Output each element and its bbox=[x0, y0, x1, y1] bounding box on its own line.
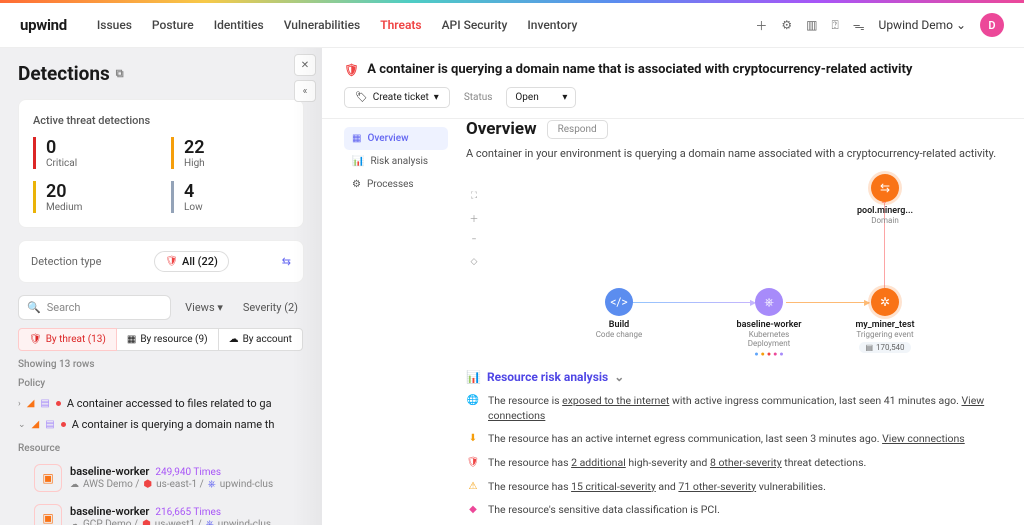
search-icon: 🔍 bbox=[27, 301, 41, 314]
shield-icon: 🛡 bbox=[29, 334, 42, 345]
page-icon: ▤ bbox=[45, 419, 54, 430]
sidenav-overview[interactable]: ▦Overview bbox=[344, 127, 448, 150]
shield-icon: 🛡 bbox=[344, 63, 359, 77]
policy-row[interactable]: › ◢ ▤ A container accessed to files rela… bbox=[18, 393, 304, 414]
node-build[interactable]: </> bbox=[605, 288, 633, 316]
external-link-icon[interactable]: ⧉ bbox=[116, 67, 124, 81]
container-icon: ▣ bbox=[34, 464, 62, 492]
nav-tab-issues[interactable]: Issues bbox=[97, 14, 132, 36]
stats-card: Active threat detections 0Critical 22Hig… bbox=[18, 99, 304, 228]
swap-icon[interactable]: ⇆ bbox=[282, 255, 291, 268]
views-button[interactable]: Views ▾ bbox=[179, 297, 229, 318]
container-icon: ▣ bbox=[34, 504, 62, 525]
risk-icon: 🌐 bbox=[466, 394, 480, 408]
page-title: Detections ⧉ bbox=[18, 62, 304, 85]
risk-item: ◆The resource's sensitive data classific… bbox=[466, 503, 1002, 518]
recenter-icon[interactable]: ◇ bbox=[466, 254, 482, 270]
risk-icon: ⬇ bbox=[466, 432, 480, 446]
resource-row[interactable]: ▣baseline-worker249,940 Times☁ AWS Demo … bbox=[18, 458, 304, 498]
risk-link[interactable]: 2 additional bbox=[571, 456, 626, 469]
filter-label: Detection type bbox=[31, 255, 101, 268]
severity-dot bbox=[61, 422, 66, 427]
risk-analysis-heading[interactable]: 📊Resource risk analysis ⌄ bbox=[466, 370, 1002, 384]
page-icon: ▤ bbox=[40, 398, 49, 409]
nav-tab-vulnerabilities[interactable]: Vulnerabilities bbox=[284, 14, 361, 36]
topology-graph: ⛶ ＋ − ◇ ▲ ▶ ▶ ⇆ pool.minerg... Domain bbox=[466, 174, 1002, 354]
search-input[interactable]: 🔍Search bbox=[18, 295, 171, 320]
risk-icon: ◆ bbox=[466, 503, 480, 517]
severity-filter[interactable]: Severity (2) bbox=[237, 297, 304, 318]
help-icon[interactable]: ⍰ bbox=[831, 18, 838, 33]
create-ticket-button[interactable]: 🏷Create ticket ▾ bbox=[344, 87, 450, 108]
node-deployment[interactable]: ⎈ bbox=[755, 288, 783, 316]
cloud-icon: ☁ bbox=[229, 334, 239, 345]
risk-link[interactable]: 8 other-severity bbox=[710, 456, 782, 469]
risk-link[interactable]: 15 critical-severity bbox=[571, 480, 656, 493]
status-label: Status bbox=[464, 92, 493, 103]
workspace-selector[interactable]: Upwind Demo ⌄ bbox=[879, 18, 966, 32]
risk-link[interactable]: exposed to the internet bbox=[562, 394, 669, 407]
nav-tab-identities[interactable]: Identities bbox=[214, 14, 264, 36]
zoom-out-icon[interactable]: − bbox=[466, 232, 482, 248]
nav-tab-inventory[interactable]: Inventory bbox=[527, 14, 577, 36]
ticket-icon: 🏷 bbox=[355, 92, 368, 103]
risk-item: 🛡The resource has 2 additional high-seve… bbox=[466, 456, 1002, 471]
filter-pill[interactable]: 🛡All (22) bbox=[154, 251, 229, 272]
node-trigger[interactable]: ✲ bbox=[871, 288, 899, 316]
signal-icon: ◢ bbox=[32, 419, 40, 430]
sidenav-risk-analysis[interactable]: 📊Risk analysis bbox=[344, 150, 448, 173]
threat-description: A container in your environment is query… bbox=[466, 147, 1002, 160]
risk-item: ⚠The resource has 15 critical-severity a… bbox=[466, 480, 1002, 495]
policy-heading: Policy bbox=[18, 378, 304, 389]
respond-button[interactable]: Respond bbox=[547, 120, 608, 139]
stat-critical: 0Critical bbox=[33, 137, 151, 169]
tab-by-account[interactable]: ☁By account bbox=[218, 328, 303, 351]
stat-high: 22High bbox=[171, 137, 289, 169]
risk-link[interactable]: View connections bbox=[882, 432, 965, 445]
signal-icon: ◢ bbox=[27, 398, 35, 409]
panel-icon[interactable]: ▥ bbox=[806, 18, 817, 32]
tab-by-threat[interactable]: 🛡By threat (13) bbox=[18, 328, 117, 351]
stat-low: 4Low bbox=[171, 181, 289, 213]
threat-title: 🛡A container is querying a domain name t… bbox=[344, 62, 1002, 77]
bars-icon: 📊 bbox=[466, 370, 481, 384]
add-icon[interactable]: ＋ bbox=[755, 17, 767, 34]
overview-heading: Overview bbox=[466, 119, 537, 139]
risk-item: ⬇The resource has an active internet egr… bbox=[466, 432, 1002, 447]
chevron-down-icon: ⌄ bbox=[614, 370, 624, 384]
severity-dot bbox=[56, 401, 61, 406]
close-panel-icon[interactable]: ✕ bbox=[294, 54, 316, 76]
sidenav-processes[interactable]: ⚙Processes bbox=[344, 173, 448, 196]
risk-item: 🌐The resource is exposed to the internet… bbox=[466, 394, 1002, 423]
resource-heading: Resource bbox=[18, 443, 304, 454]
risk-link[interactable]: 71 other-severity bbox=[678, 480, 756, 493]
nav-tab-api-security[interactable]: API Security bbox=[442, 14, 508, 36]
shield-icon: 🛡 bbox=[165, 256, 178, 267]
resource-row[interactable]: ▣baseline-worker216,665 Times☁ GCP Demo … bbox=[18, 498, 304, 525]
avatar[interactable]: D bbox=[980, 13, 1004, 37]
logo: upwind bbox=[20, 16, 67, 34]
node-domain[interactable]: ⇆ bbox=[871, 174, 899, 202]
detail-panel: 🛡A container is querying a domain name t… bbox=[322, 48, 1024, 525]
status-select[interactable]: Open ▾ bbox=[506, 87, 576, 108]
policy-row[interactable]: ⌄ ◢ ▤ A container is querying a domain n… bbox=[18, 414, 304, 435]
run-icon[interactable]: ᯓ bbox=[853, 17, 865, 34]
fullscreen-icon[interactable]: ⛶ bbox=[466, 188, 482, 204]
expand-icon[interactable]: › bbox=[18, 399, 21, 409]
risk-icon: 🛡 bbox=[466, 456, 480, 470]
collapse-panel-icon[interactable]: « bbox=[294, 80, 316, 102]
settings-icon[interactable]: ⚙ bbox=[781, 18, 792, 32]
stat-medium: 20Medium bbox=[33, 181, 151, 213]
nav-tab-posture[interactable]: Posture bbox=[152, 14, 194, 36]
grid-icon: ▦ bbox=[127, 334, 136, 345]
left-panel: ✕ « Detections ⧉ Active threat detection… bbox=[0, 48, 322, 525]
showing-count: Showing 13 rows bbox=[18, 359, 304, 370]
nav-tab-threats[interactable]: Threats bbox=[380, 14, 421, 36]
tab-by-resource[interactable]: ▦By resource (9) bbox=[117, 328, 218, 351]
expand-icon[interactable]: ⌄ bbox=[18, 420, 26, 430]
risk-icon: ⚠ bbox=[466, 480, 480, 494]
zoom-in-icon[interactable]: ＋ bbox=[466, 210, 482, 226]
